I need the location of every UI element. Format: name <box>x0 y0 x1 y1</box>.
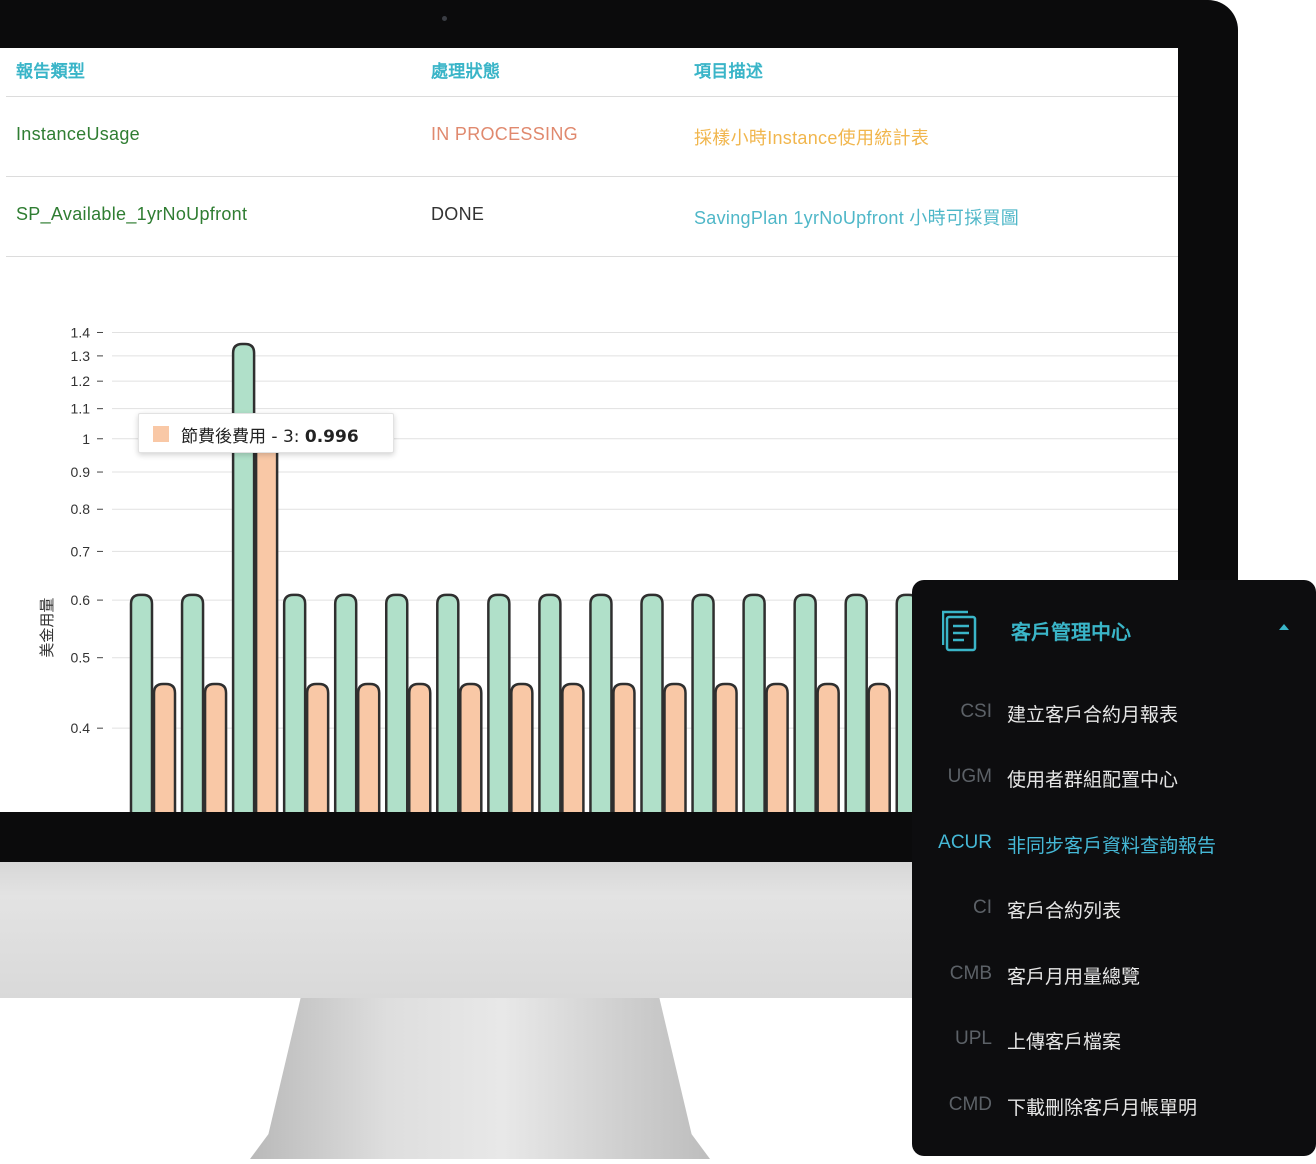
table-header: 報告類型 處理狀態 項目描述 <box>6 48 1178 97</box>
y-tick-label: 1.1 <box>71 401 91 417</box>
document-icon <box>942 610 977 652</box>
y-tick-label: 1.4 <box>71 324 91 340</box>
menu-item-code: CMB <box>949 963 992 984</box>
menu-item-label: 使用者群組配置中心 <box>1007 769 1179 791</box>
tooltip-value: 0.996 <box>304 427 359 447</box>
menu-item-label: 上傳客戶檔案 <box>1007 1031 1122 1053</box>
menu-item-csi[interactable]: CSI 建立客戶合約月報表 <box>912 693 1316 733</box>
menu-item-cmb[interactable]: CMB 客戶月用量總覽 <box>912 955 1316 995</box>
chart-bar <box>282 593 307 812</box>
chart-bar <box>867 682 891 812</box>
chart-bar <box>436 593 460 812</box>
chart-bar <box>691 593 715 812</box>
menu-item-label: 客戶月用量總覽 <box>1007 966 1141 988</box>
menu-header[interactable]: 客戶管理中心 <box>912 600 1316 660</box>
monitor-stand <box>250 998 710 1160</box>
chart-bar <box>180 593 205 812</box>
row-report-type: SP_Available_1yrNoUpfront <box>16 204 248 224</box>
row-description: SavingPlan 1yrNoUpfront 小時可採買圖 <box>694 208 1020 228</box>
menu-item-ugm[interactable]: UGM 使用者群組配置中心 <box>912 758 1316 798</box>
chart-bar <box>333 593 358 812</box>
header-status: 處理狀態 <box>431 62 501 81</box>
menu-item-label: 客戶合約列表 <box>1007 900 1122 922</box>
menu-item-code: UPL <box>955 1028 992 1049</box>
chart-bar <box>765 682 789 812</box>
row-description: 採樣小時Instance使用統計表 <box>694 128 930 148</box>
chart-bar <box>459 682 483 812</box>
chart-bar <box>203 682 228 812</box>
table-row[interactable]: InstanceUsage IN PROCESSING 採樣小時Instance… <box>6 97 1178 177</box>
menu-item-label: 非同步客戶資料查詢報告 <box>1007 835 1217 857</box>
y-tick-label: 0.6 <box>71 592 91 608</box>
menu-item-ci[interactable]: CI 客戶合約列表 <box>912 889 1316 929</box>
chart-bar <box>408 682 432 812</box>
menu-item-upl[interactable]: UPL 上傳客戶檔案 <box>912 1020 1316 1060</box>
chart-bar <box>612 682 636 812</box>
chart-bar <box>816 682 840 812</box>
tooltip-label: 節費後費用 - 3: <box>181 427 305 447</box>
menu-item-code: CSI <box>960 701 992 722</box>
menu-item-label: 建立客戶合約月報表 <box>1007 704 1179 726</box>
y-tick-label: 0.5 <box>71 650 91 666</box>
y-tick-label: 0.8 <box>71 501 91 517</box>
chart-bar <box>254 438 279 812</box>
chart-bar <box>385 593 409 812</box>
chart-bar <box>663 682 687 812</box>
y-tick-label: 0.7 <box>71 543 91 559</box>
chart-bar <box>356 682 381 812</box>
menu-item-code: CI <box>973 897 992 918</box>
chart-bar <box>793 593 817 812</box>
chart-bar <box>589 593 613 812</box>
y-tick-label: 0.9 <box>71 464 91 480</box>
chart-bar <box>844 593 868 812</box>
table-row[interactable]: SP_Available_1yrNoUpfront DONE SavingPla… <box>6 177 1178 257</box>
chart-bar <box>561 682 585 812</box>
chart-bar <box>129 593 154 812</box>
row-status: IN PROCESSING <box>431 124 578 144</box>
camera-dot <box>442 16 447 21</box>
y-tick-label: 0.4 <box>71 720 91 736</box>
chart-bar <box>487 593 511 812</box>
menu-item-acur[interactable]: ACUR 非同步客戶資料查詢報告 <box>912 824 1316 864</box>
header-report-type: 報告類型 <box>16 62 86 81</box>
chart-bar <box>640 593 664 812</box>
chart-bar <box>510 682 534 812</box>
y-axis-label: 美金用量 <box>38 598 56 658</box>
menu-item-code: CMD <box>948 1094 992 1115</box>
row-report-type: InstanceUsage <box>16 124 140 144</box>
menu-item-code: UGM <box>947 766 992 787</box>
header-description: 項目描述 <box>694 62 764 81</box>
chart-tooltip: 節費後費用 - 3: 0.996 <box>138 413 394 453</box>
menu-item-label: 下載刪除客戶月帳單明 <box>1007 1097 1198 1119</box>
y-tick-label: 0.3 <box>71 811 91 812</box>
y-tick-label: 1.2 <box>71 373 91 389</box>
chart-bar <box>538 593 562 812</box>
menu-item-code: ACUR <box>938 832 992 853</box>
row-status: DONE <box>431 204 485 224</box>
y-tick-label: 1.3 <box>71 348 91 364</box>
y-tick-label: 1 <box>82 431 90 447</box>
chart-bar <box>714 682 738 812</box>
chart-bar <box>742 593 766 812</box>
caret-up-icon[interactable] <box>1277 622 1291 632</box>
menu-item-cmd[interactable]: CMD 下載刪除客戶月帳單明 <box>912 1086 1316 1126</box>
chart-bar <box>152 682 177 812</box>
tooltip-text: 節費後費用 - 3: 0.996 <box>181 422 359 447</box>
customer-menu-panel: 客戶管理中心 CSI 建立客戶合約月報表 UGM 使用者群組配置中心 ACUR 非同步客戶… <box>912 580 1316 1156</box>
menu-title: 客戶管理中心 <box>1011 620 1131 644</box>
tooltip-swatch <box>153 426 169 442</box>
chart-bar <box>305 682 330 812</box>
